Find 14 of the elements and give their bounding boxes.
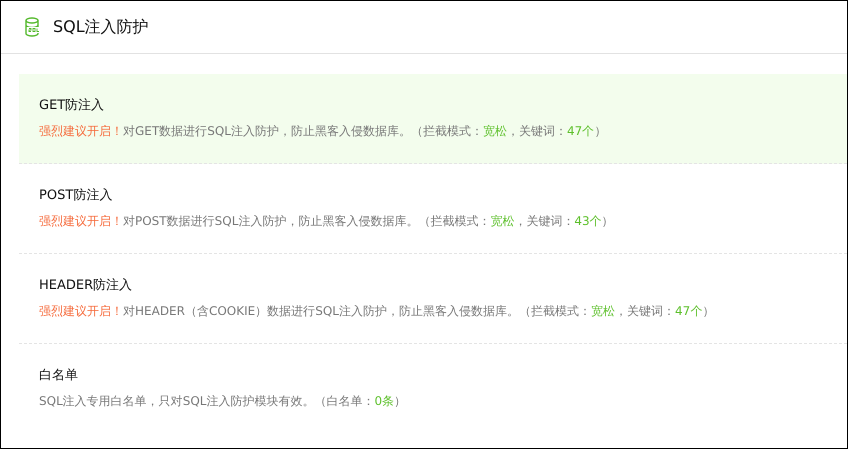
rule-description: 强烈建议开启！对GET数据进行SQL注入防护，防止黑客入侵数据库。（拦截模式：宽松，关键词：47个） xyxy=(39,123,608,140)
rule-row[interactable]: HEADER防注入 强烈建议开启！对HEADER（含COOKIE）数据进行SQL注入防护，防止黑客入侵数据库。（拦截模式：宽松，关键词：47个） xyxy=(19,254,847,344)
rule-title: POST防注入 xyxy=(39,187,114,204)
rule-title: HEADER防注入 xyxy=(39,277,134,294)
page-title: SQL注入防护 xyxy=(53,16,149,38)
rule-title: 白名单 xyxy=(39,367,79,384)
rule-description: 强烈建议开启！对POST数据进行SQL注入防护，防止黑客入侵数据库。（拦截模式：宽松，关键词：43个） xyxy=(39,213,615,230)
rule-title: GET防注入 xyxy=(39,97,106,114)
rule-row[interactable]: 白名单 SQL注入专用白名单，只对SQL注入防护模块有效。（白名单：0条） xyxy=(19,344,847,434)
rule-row[interactable]: POST防注入 强烈建议开启！对POST数据进行SQL注入防护，防止黑客入侵数据库。（拦截模式：宽松，关键词：43个） xyxy=(19,164,847,254)
rule-row[interactable]: GET防注入 强烈建议开启！对GET数据进行SQL注入防护，防止黑客入侵数据库。（拦截模式：宽松，关键词：47个） xyxy=(19,74,847,164)
rule-description: 强烈建议开启！对HEADER（含COOKIE）数据进行SQL注入防护，防止黑客入侵数据库。（拦截模式：宽松，关键词：47个） xyxy=(39,303,716,320)
rule-description: SQL注入专用白名单，只对SQL注入防护模块有效。（白名单：0条） xyxy=(39,393,408,410)
database-icon xyxy=(24,17,42,37)
